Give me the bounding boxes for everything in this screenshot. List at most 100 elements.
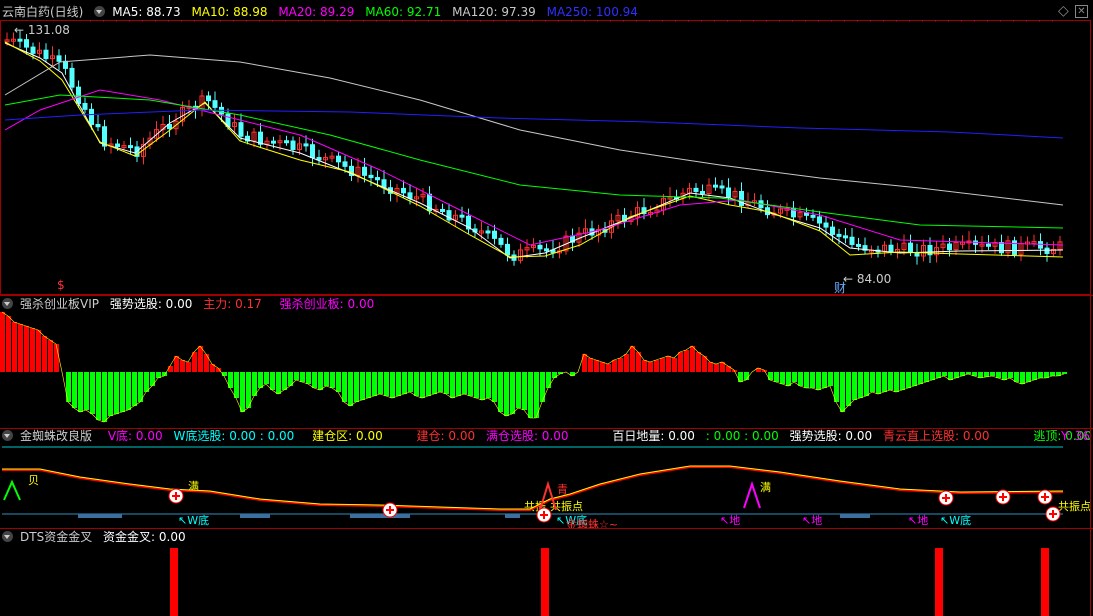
candle-body <box>284 140 289 144</box>
bar <box>942 372 947 376</box>
bar <box>330 372 335 388</box>
bar <box>1002 372 1007 380</box>
candle-body <box>485 230 491 234</box>
candle-body <box>303 143 309 147</box>
bar <box>306 372 311 384</box>
bar <box>768 372 773 380</box>
bar <box>708 362 713 372</box>
bar <box>828 372 833 386</box>
bar <box>18 324 23 372</box>
fund-cross-bar <box>935 548 943 616</box>
bar <box>696 352 701 372</box>
bar <box>930 372 935 380</box>
bar <box>36 330 41 372</box>
spider-band <box>505 514 520 518</box>
candle-body <box>544 248 549 252</box>
bar <box>882 372 887 392</box>
candle-body <box>401 187 406 194</box>
candle-body <box>407 192 413 199</box>
spider-peak <box>743 480 761 509</box>
fund-cross-bar <box>541 548 549 616</box>
bar <box>324 372 329 386</box>
candle-body <box>290 140 296 150</box>
bar <box>888 372 893 390</box>
spider-band <box>78 514 122 518</box>
bar <box>810 372 815 388</box>
bar <box>1026 372 1031 382</box>
bar <box>108 372 113 416</box>
bar <box>0 312 5 372</box>
candle-body <box>95 123 101 128</box>
bar <box>522 372 527 410</box>
bar <box>120 372 125 412</box>
bar <box>168 366 173 372</box>
bar <box>504 372 509 416</box>
bar <box>438 372 443 392</box>
bar <box>924 372 929 382</box>
candle-body <box>63 60 68 69</box>
bar <box>282 372 287 390</box>
candle-body <box>719 185 725 189</box>
bar <box>6 316 11 372</box>
bar <box>1014 372 1019 382</box>
bar <box>342 372 347 402</box>
bar <box>816 372 821 390</box>
fund-cross-bar <box>170 548 178 616</box>
candle-body <box>1044 247 1050 254</box>
bar <box>84 372 89 410</box>
bar <box>30 328 35 372</box>
candle-body <box>830 226 835 235</box>
bar <box>618 358 623 372</box>
ma5-line <box>4 42 1064 259</box>
bar <box>774 372 779 382</box>
bar <box>312 372 317 388</box>
bar <box>870 372 875 392</box>
bar <box>456 372 461 396</box>
bar <box>894 372 899 392</box>
bar <box>864 372 869 396</box>
bar <box>780 372 785 384</box>
bar <box>744 372 749 380</box>
bar <box>516 372 521 408</box>
chart-canvas <box>0 20 1093 616</box>
bar <box>588 358 593 372</box>
bar <box>444 372 449 394</box>
bar <box>666 356 671 372</box>
bar <box>948 372 953 380</box>
bar <box>552 372 557 378</box>
bar <box>384 372 389 396</box>
bar <box>804 372 809 388</box>
candle-body <box>726 187 731 198</box>
bar <box>408 372 413 392</box>
candle-body <box>537 244 543 250</box>
spider-band <box>350 514 410 518</box>
bar <box>1032 372 1037 380</box>
bar <box>528 372 533 418</box>
bar <box>186 362 191 372</box>
bar <box>96 372 101 420</box>
bar <box>204 354 209 372</box>
bar <box>402 372 407 394</box>
bar <box>72 372 77 408</box>
bar <box>192 352 197 372</box>
bar <box>150 372 155 386</box>
bar <box>858 372 863 398</box>
candle-body <box>817 216 822 224</box>
bar <box>372 372 377 396</box>
bar <box>396 372 401 396</box>
bar <box>600 362 605 372</box>
candle-body <box>17 38 23 42</box>
bar <box>1020 372 1025 384</box>
candle-body <box>492 230 497 239</box>
bar <box>294 372 299 380</box>
candle-body <box>700 190 705 195</box>
bar <box>852 372 857 400</box>
bar <box>738 372 743 382</box>
bar <box>348 372 353 406</box>
bar <box>690 346 695 372</box>
bar <box>420 372 425 398</box>
candle-body <box>69 67 75 88</box>
bar <box>678 352 683 372</box>
bar <box>426 372 431 396</box>
candle-body <box>856 243 861 247</box>
